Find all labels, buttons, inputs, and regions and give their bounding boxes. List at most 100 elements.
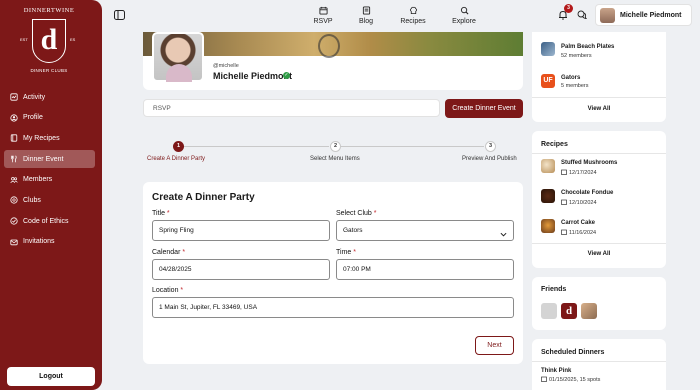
scheduled-dinners-card: Scheduled Dinners Think Pink 01/15/2025,… bbox=[532, 339, 666, 390]
sidebar-item-activity[interactable]: Activity bbox=[4, 88, 95, 106]
tab-explore[interactable]: Explore bbox=[444, 6, 484, 25]
sidebar-toggle-icon[interactable] bbox=[114, 10, 125, 20]
friend-avatar[interactable] bbox=[581, 303, 597, 319]
dinner-name[interactable]: Think Pink bbox=[541, 368, 571, 374]
sidebar-item-clubs[interactable]: Clubs bbox=[4, 191, 95, 209]
step-number[interactable]: 1 bbox=[173, 141, 184, 152]
chat-icon[interactable] bbox=[577, 10, 588, 20]
sidebar-item-label: Activity bbox=[23, 93, 46, 101]
step-label: Preview And Publish bbox=[462, 156, 517, 162]
brand-est-left: EST bbox=[20, 37, 28, 42]
location-label: Location * bbox=[152, 287, 183, 294]
tab-label: RSVP bbox=[313, 18, 333, 25]
friend-avatar[interactable] bbox=[541, 303, 557, 319]
label-text: Select Club bbox=[336, 210, 372, 217]
location-field[interactable]: 1 Main St, Jupiter, FL 33469, USA bbox=[152, 297, 514, 318]
rsvp-input[interactable] bbox=[143, 99, 440, 117]
sidebar-item-my-recipes[interactable]: My Recipes bbox=[4, 129, 95, 147]
blog-icon bbox=[346, 6, 386, 15]
friends-card: Friends d bbox=[532, 277, 666, 330]
brand-logo[interactable]: DINNERTWINE d EST ES DINNER CLUBS bbox=[18, 7, 80, 79]
brand-est-right: ES bbox=[70, 37, 76, 42]
club-label: Select Club * bbox=[336, 210, 376, 217]
step-number[interactable]: 3 bbox=[485, 141, 496, 152]
club-name[interactable]: Gators bbox=[561, 75, 580, 81]
club-select[interactable]: Gators bbox=[336, 220, 514, 241]
tab-blog[interactable]: Blog bbox=[346, 6, 386, 25]
form-title: Create A Dinner Party bbox=[152, 192, 255, 203]
stepper-line bbox=[183, 146, 329, 147]
user-name: Michelle Piedmont bbox=[620, 12, 682, 19]
club-members: 52 members bbox=[561, 53, 592, 59]
recipe-name[interactable]: Stuffed Mushrooms bbox=[561, 160, 617, 166]
tab-recipes[interactable]: Recipes bbox=[393, 6, 433, 25]
sidebar-item-dinner-event[interactable]: Dinner Event bbox=[4, 150, 95, 169]
recipe-date: 12/17/2024 bbox=[561, 169, 597, 176]
recipe-date-text: 12/10/2024 bbox=[569, 200, 597, 206]
view-all-recipes-link[interactable]: View All bbox=[532, 251, 666, 257]
friend-avatar[interactable]: d bbox=[561, 303, 577, 319]
sidebar-item-code-of-ethics[interactable]: Code of Ethics bbox=[4, 212, 95, 230]
required-mark: * bbox=[182, 249, 186, 256]
tab-label: Recipes bbox=[400, 18, 426, 25]
sidebar-item-label: Invitations bbox=[23, 238, 55, 246]
stepper-line bbox=[341, 146, 484, 147]
avatar bbox=[600, 8, 615, 23]
calendar-icon bbox=[561, 199, 567, 205]
user-menu[interactable]: Michelle Piedmont bbox=[595, 4, 692, 26]
dinner-date-text: 01/15/2025, 15 spots bbox=[549, 377, 601, 383]
sidebar-item-invitations[interactable]: Invitations bbox=[4, 233, 95, 251]
recipe-date: 12/10/2024 bbox=[561, 199, 597, 206]
divider bbox=[532, 361, 666, 362]
recipe-name[interactable]: Carrot Cake bbox=[561, 220, 595, 226]
sidebar-item-label: Code of Ethics bbox=[23, 217, 69, 225]
next-button[interactable]: Next bbox=[475, 336, 514, 355]
club-members: 5 members bbox=[561, 83, 589, 89]
recipes-title: Recipes bbox=[541, 141, 568, 148]
title-field[interactable]: Spring Fling bbox=[152, 220, 330, 241]
title-label: Title * bbox=[152, 210, 170, 217]
recipe-date: 11/16/2024 bbox=[561, 229, 596, 236]
required-mark: * bbox=[166, 210, 170, 217]
create-dinner-event-button[interactable]: Create Dinner Event bbox=[445, 99, 523, 118]
notification-badge: 3 bbox=[564, 4, 573, 13]
book-icon bbox=[10, 134, 18, 142]
calendar-label: Calendar * bbox=[152, 249, 185, 256]
sidebar-item-label: Clubs bbox=[23, 196, 41, 204]
required-mark: * bbox=[180, 287, 184, 294]
invitation-icon bbox=[10, 238, 18, 246]
club-name[interactable]: Palm Beach Plates bbox=[561, 44, 614, 50]
logout-button[interactable]: Logout bbox=[7, 367, 95, 386]
scheduled-title: Scheduled Dinners bbox=[541, 349, 605, 356]
chevron-down-icon bbox=[500, 227, 507, 237]
dinner-date: 01/15/2025, 15 spots bbox=[541, 376, 600, 383]
calendar-icon bbox=[303, 6, 343, 15]
recipe-name[interactable]: Chocolate Fondue bbox=[561, 190, 613, 196]
club-badge: UF bbox=[541, 74, 555, 88]
time-label: Time * bbox=[336, 249, 356, 256]
required-mark: * bbox=[373, 210, 377, 217]
recipe-thumbnail bbox=[541, 219, 555, 233]
brand-title: DINNERTWINE bbox=[23, 7, 75, 14]
view-all-clubs-link[interactable]: View All bbox=[532, 106, 666, 112]
profile-photo bbox=[152, 32, 204, 82]
time-field[interactable]: 07:00 PM bbox=[336, 259, 514, 280]
divider bbox=[532, 243, 666, 244]
recipe-thumbnail bbox=[541, 189, 555, 203]
verified-icon: ✓ bbox=[283, 72, 290, 79]
step-number[interactable]: 2 bbox=[330, 141, 341, 152]
sidebar-item-label: Members bbox=[23, 176, 53, 184]
tab-label: Explore bbox=[452, 18, 476, 25]
sidebar-item-profile[interactable]: Profile bbox=[4, 109, 95, 127]
calendar-icon bbox=[541, 376, 547, 382]
club-thumbnail bbox=[541, 42, 555, 56]
brand-subtitle: DINNER CLUBS bbox=[30, 68, 68, 73]
label-text: Title bbox=[152, 210, 165, 217]
profile-name: Michelle Piedmont bbox=[213, 71, 293, 81]
sidebar-item-members[interactable]: Members bbox=[4, 171, 95, 189]
divider bbox=[532, 97, 666, 98]
tab-rsvp[interactable]: RSVP bbox=[303, 6, 343, 25]
calendar-field[interactable]: 04/28/2025 bbox=[152, 259, 330, 280]
tab-label: Blog bbox=[358, 18, 373, 25]
users-icon bbox=[10, 176, 18, 184]
